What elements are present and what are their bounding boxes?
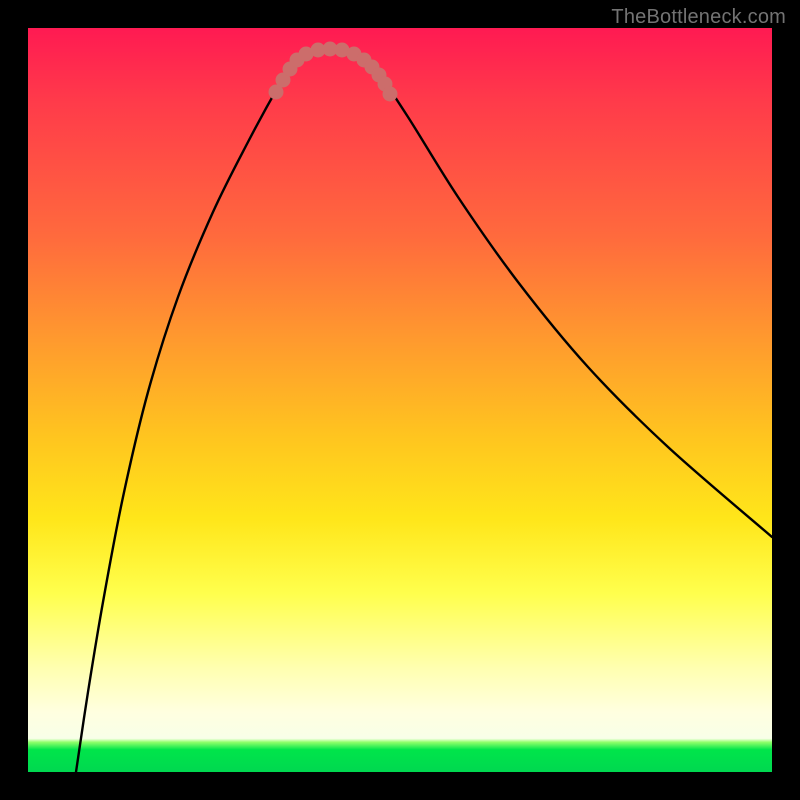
plot-area <box>28 28 772 772</box>
bottleneck-curve <box>28 28 772 772</box>
highlight-dot <box>383 87 398 102</box>
watermark-text: TheBottleneck.com <box>611 6 786 29</box>
curve-line <box>76 50 772 772</box>
highlight-dots <box>269 42 398 102</box>
